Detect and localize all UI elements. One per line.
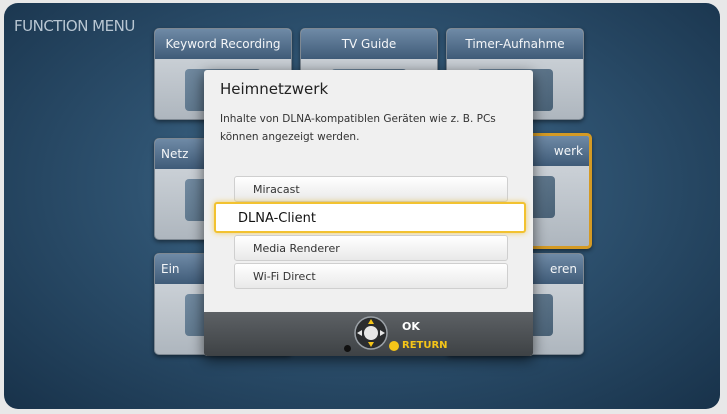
dialog-description: Inhalte von DLNA-kompatiblen Geräten wie… bbox=[220, 113, 496, 143]
ok-label: OK bbox=[402, 320, 420, 333]
option-miracast[interactable]: Miracast bbox=[234, 176, 508, 202]
return-dot-icon bbox=[389, 341, 399, 351]
tile-label: Timer-Aufnahme bbox=[447, 29, 583, 59]
return-label: RETURN bbox=[402, 340, 448, 351]
tile-label: Keyword Recording bbox=[155, 29, 291, 59]
remote-dpad-icon[interactable] bbox=[354, 316, 388, 350]
dialog-title: Heimnetzwerk bbox=[220, 80, 329, 98]
option-dlna-client[interactable]: DLNA-Client bbox=[214, 202, 526, 233]
black-dot-icon bbox=[344, 345, 351, 352]
dialog-footer: OK RETURN bbox=[204, 312, 533, 356]
tv-screen: FUNCTION MENU Keyword Recording TV Guide… bbox=[4, 3, 720, 409]
function-menu-title: FUNCTION MENU bbox=[14, 17, 135, 35]
tile-label: TV Guide bbox=[301, 29, 437, 59]
option-wifi-direct[interactable]: Wi-Fi Direct bbox=[234, 263, 508, 289]
heimnetzwerk-dialog: Heimnetzwerk Inhalte von DLNA-kompatible… bbox=[204, 70, 533, 356]
option-media-renderer[interactable]: Media Renderer bbox=[234, 235, 508, 261]
